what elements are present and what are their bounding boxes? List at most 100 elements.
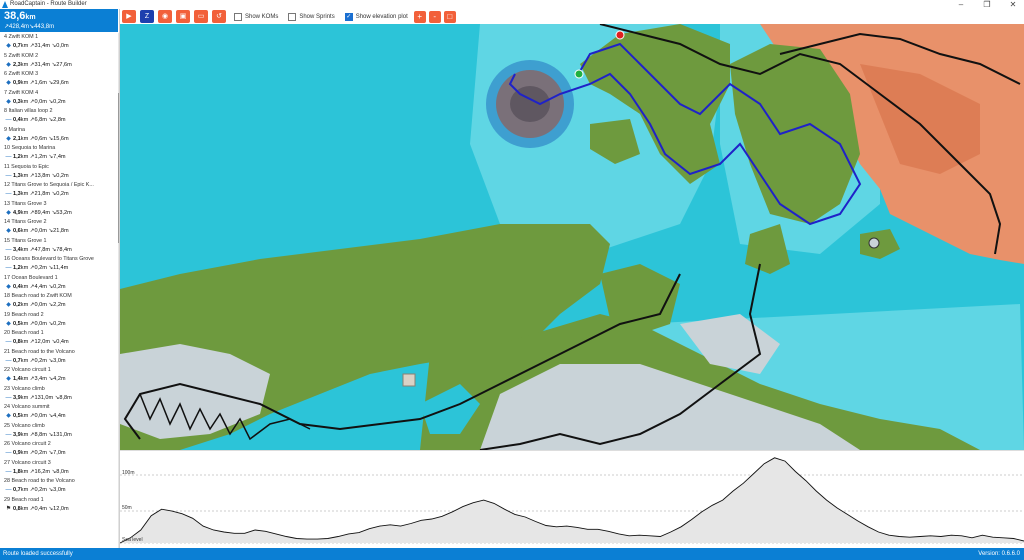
- elevation-label-50m: 50m: [122, 505, 132, 511]
- segment-values: 0,3km ↗0,0m ↘0,2m: [13, 98, 66, 105]
- play-button[interactable]: ▶: [122, 10, 136, 23]
- segment-values: 0,7km ↗31,4m ↘0,0m: [13, 43, 69, 50]
- climb-icon: ◆: [6, 320, 11, 327]
- segment-stats[interactable]: ◆ 2,1km ↗0,6m ↘15,6m: [0, 135, 118, 144]
- elevation-svg: [119, 457, 1024, 544]
- segment-title[interactable]: 10 Sequoia to Marina: [0, 144, 118, 153]
- segment-stats[interactable]: —1,8km ↗16,2m ↘8,0m: [0, 468, 118, 477]
- title-bar: RoadCaptain - Route Builder – ❐ ✕: [0, 0, 1024, 9]
- route-start-marker[interactable]: [574, 69, 584, 79]
- segment-values: 0,9km ↗1,6m ↘29,6m: [13, 80, 69, 87]
- segment-title[interactable]: 4 Zwift KOM 1: [0, 33, 118, 42]
- segment-stats[interactable]: ◆ 0,9km ↗1,6m ↘29,6m: [0, 79, 118, 88]
- segment-stats[interactable]: —1,2km ↗0,2m ↘11,4m: [0, 264, 118, 273]
- segment-list[interactable]: 4 Zwift KOM 1 ◆ 0,7km ↗31,4m ↘0,0m 5 Zwift …: [0, 33, 118, 514]
- close-button[interactable]: ✕: [1008, 0, 1018, 9]
- segment-stats[interactable]: ◆ 0,2km ↗0,0m ↘2,2m: [0, 301, 118, 310]
- segment-title[interactable]: 8 Italian villas loop 2: [0, 107, 118, 116]
- segment-title[interactable]: 11 Sequoia to Epic: [0, 163, 118, 172]
- segment-stats[interactable]: —3,9km ↗131,0m ↘8,8m: [0, 394, 118, 403]
- segment-title[interactable]: 13 Titans Grove 3: [0, 200, 118, 209]
- segment-stats[interactable]: ◆ 0,4km ↗4,4m ↘0,2m: [0, 283, 118, 292]
- straight-icon: —: [5, 339, 12, 346]
- segment-values: 4,9km ↗89,4m ↘53,2m: [13, 209, 72, 216]
- climb-icon: ◆: [6, 209, 11, 216]
- segment-title[interactable]: 19 Beach road 2: [0, 311, 118, 320]
- straight-icon: —: [5, 246, 12, 253]
- app-logo-icon: [2, 1, 8, 8]
- route-sidebar: 38,6km ↗428,4m↘443,8m 4 Zwift KOM 1 ◆ 0,7k…: [0, 9, 120, 548]
- globe-button[interactable]: ◉: [158, 10, 172, 23]
- save-button[interactable]: ▣: [176, 10, 190, 23]
- segment-title[interactable]: 15 Titans Grove 1: [0, 237, 118, 246]
- reset-button[interactable]: ↺: [212, 10, 226, 23]
- straight-icon: —: [5, 191, 12, 198]
- segment-values: 0,7km ↗0,2m ↘3,0m: [13, 487, 66, 494]
- elevation-label-sea-level: Sea level: [122, 537, 143, 543]
- segment-title[interactable]: 28 Beach road to the Volcano: [0, 477, 118, 486]
- show-elevation-checkbox[interactable]: ✓: [344, 12, 353, 21]
- segment-stats[interactable]: ◆ 0,5km ↗0,0m ↘0,2m: [0, 320, 118, 329]
- segment-title[interactable]: 6 Zwift KOM 3: [0, 70, 118, 79]
- zoom-out-button[interactable]: -: [428, 10, 441, 23]
- climb-icon: ◆: [6, 61, 11, 68]
- segment-title[interactable]: 21 Beach road to the Volcano: [0, 348, 118, 357]
- segment-stats[interactable]: ◆ 1,4km ↗3,4m ↘4,2m: [0, 375, 118, 384]
- segment-stats[interactable]: —1,2km ↗1,2m ↘7,4m: [0, 153, 118, 162]
- segment-stats[interactable]: —3,9km ↗8,8m ↘131,0m: [0, 431, 118, 440]
- segment-title[interactable]: 18 Beach road to Zwift KOM: [0, 292, 118, 301]
- straight-icon: —: [5, 468, 12, 475]
- segment-title[interactable]: 12 Titans Grove to Sequoia / Epic K...: [0, 181, 118, 190]
- segment-title[interactable]: 27 Volcano circuit 3: [0, 459, 118, 468]
- route-map[interactable]: [120, 24, 1024, 450]
- segment-stats[interactable]: ⚑ 0,8km ↗0,4m ↘12,0m: [0, 505, 118, 514]
- zoom-in-button[interactable]: +: [413, 10, 426, 23]
- straight-icon: —: [5, 357, 12, 364]
- show-sprints-toggle[interactable]: Show Sprints: [288, 12, 335, 21]
- show-sprints-checkbox[interactable]: [288, 12, 297, 21]
- map-canvas[interactable]: [120, 24, 1024, 450]
- segment-stats[interactable]: —0,7km ↗0,2m ↘3,0m: [0, 357, 118, 366]
- segment-stats[interactable]: —0,7km ↗0,2m ↘3,0m: [0, 486, 118, 495]
- segment-stats[interactable]: ◆ 4,9km ↗89,4m ↘53,2m: [0, 209, 118, 218]
- zoom-fit-button[interactable]: □: [443, 10, 456, 23]
- segment-title[interactable]: 14 Titans Grove 2: [0, 218, 118, 227]
- zwift-button[interactable]: Z: [140, 10, 154, 23]
- segment-title[interactable]: 26 Volcano circuit 2: [0, 440, 118, 449]
- globe-icon: ◉: [161, 13, 169, 20]
- segment-stats[interactable]: ◆ 0,7km ↗31,4m ↘0,0m: [0, 42, 118, 51]
- segment-stats[interactable]: ◆ 0,3km ↗0,0m ↘0,2m: [0, 98, 118, 107]
- minimize-button[interactable]: –: [956, 0, 966, 9]
- route-end-marker[interactable]: [615, 30, 625, 40]
- segment-values: 0,8km ↗0,4m ↘12,0m: [13, 505, 69, 512]
- segment-title[interactable]: 20 Beach road 1: [0, 329, 118, 338]
- segment-title[interactable]: 5 Zwift KOM 2: [0, 52, 118, 61]
- segment-title[interactable]: 29 Beach road 1: [0, 496, 118, 505]
- open-button[interactable]: ▭: [194, 10, 208, 23]
- show-koms-checkbox[interactable]: [234, 12, 242, 21]
- refresh-icon: ↺: [216, 13, 222, 20]
- segment-stats[interactable]: ◆ 2,3km ↗31,4m ↘27,6m: [0, 61, 118, 70]
- segment-title[interactable]: 7 Zwift KOM 4: [0, 89, 118, 98]
- segment-values: 0,4km ↗4,4m ↘0,2m: [13, 283, 66, 290]
- show-koms-toggle[interactable]: Show KOMs: [234, 12, 278, 21]
- segment-title[interactable]: 9 Marina: [0, 126, 118, 135]
- segment-title[interactable]: 23 Volcano climb: [0, 385, 118, 394]
- segment-stats[interactable]: —3,4km ↗47,8m ↘78,4m: [0, 246, 118, 255]
- segment-stats[interactable]: ◆ 0,6km ↗0,0m ↘21,8m: [0, 227, 118, 236]
- segment-title[interactable]: 24 Volcano summit: [0, 403, 118, 412]
- segment-title[interactable]: 17 Ocean Boulevard 1: [0, 274, 118, 283]
- segment-stats[interactable]: —1,3km ↗13,8m ↘0,2m: [0, 172, 118, 181]
- show-elevation-toggle[interactable]: ✓ Show elevation plot: [344, 12, 408, 21]
- segment-stats[interactable]: ◆ 0,5km ↗0,0m ↘4,4m: [0, 412, 118, 421]
- poi-marker: [868, 237, 880, 249]
- segment-stats[interactable]: —0,4km ↗6,8m ↘2,8m: [0, 116, 118, 125]
- segment-stats[interactable]: —0,8km ↗12,0m ↘0,4m: [0, 338, 118, 347]
- segment-stats[interactable]: —0,9km ↗0,2m ↘7,0m: [0, 449, 118, 458]
- segment-stats[interactable]: —1,3km ↗21,8m ↘0,2m: [0, 190, 118, 199]
- segment-title[interactable]: 22 Volcano circuit 1: [0, 366, 118, 375]
- segment-values: 0,8km ↗12,0m ↘0,4m: [13, 339, 69, 346]
- restore-button[interactable]: ❐: [982, 0, 992, 9]
- segment-title[interactable]: 16 Oceans Boulevard to Titans Grove: [0, 255, 118, 264]
- segment-title[interactable]: 25 Volcano climb: [0, 422, 118, 431]
